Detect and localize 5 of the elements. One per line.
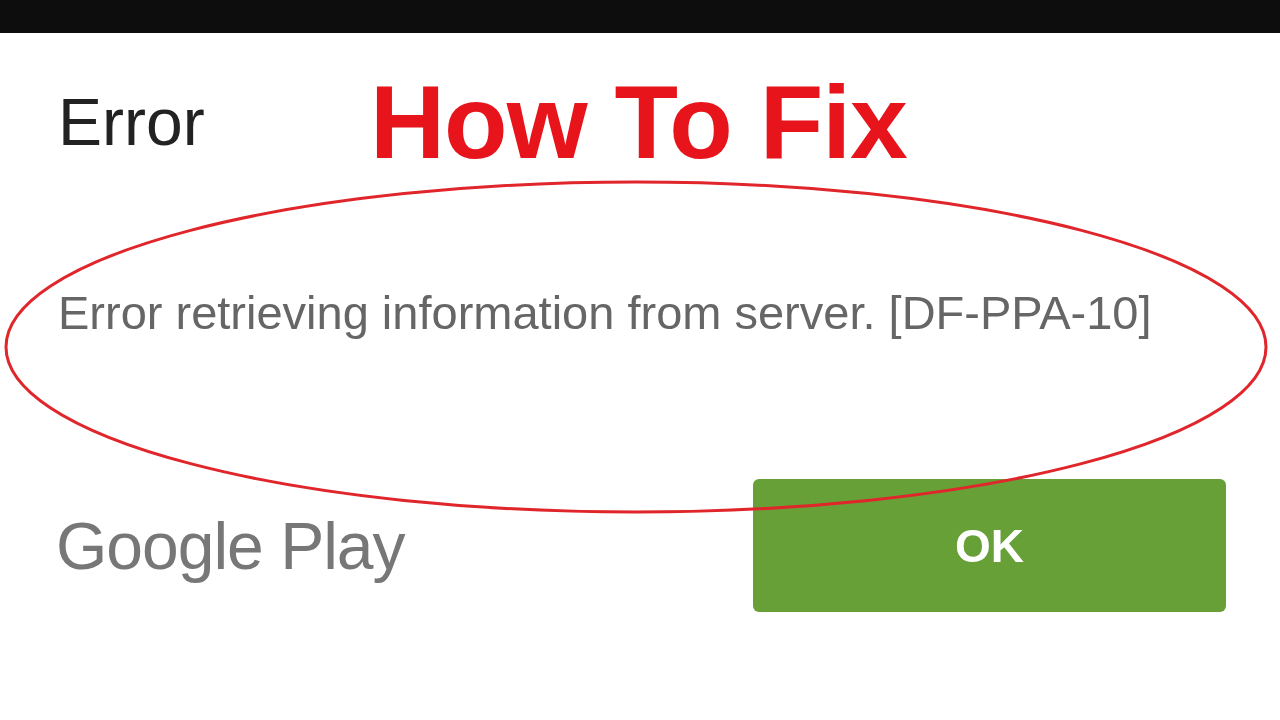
headline: How To Fix (370, 62, 907, 182)
error-message: Error retrieving information from server. [DF-PPA-10] (58, 285, 1153, 341)
brand-logo: Google Play (56, 507, 405, 584)
ok-button[interactable]: OK (753, 479, 1226, 612)
dialog-title: Error (58, 84, 206, 160)
